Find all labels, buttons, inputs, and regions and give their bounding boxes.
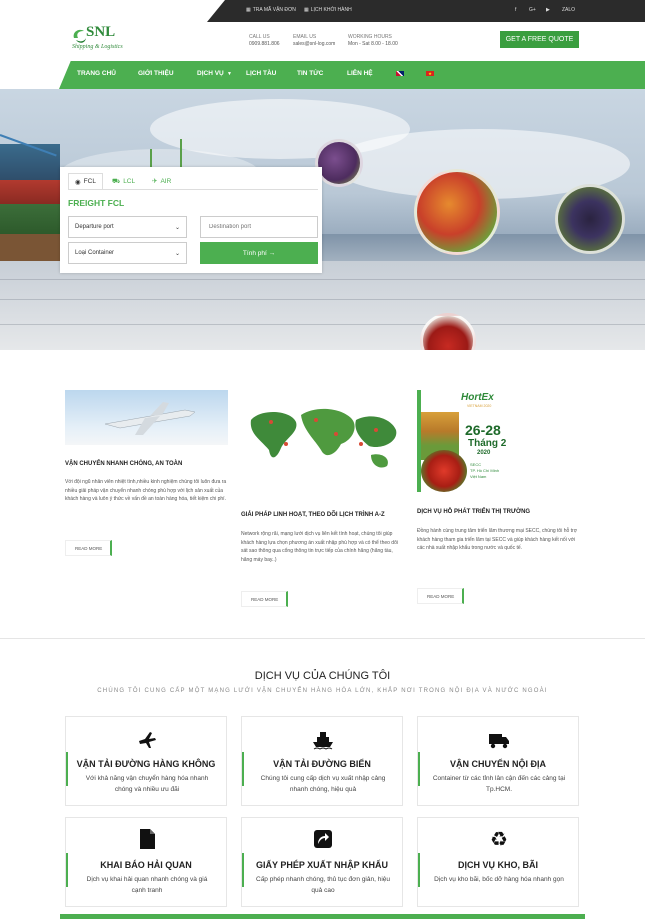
recycle-icon: ♻ — [490, 828, 508, 851]
feature-text: Đồng hành cùng trung tâm triển lãm thươn… — [417, 528, 577, 551]
share-icon — [312, 828, 334, 850]
service-text: Dịch vụ khai hải quan nhanh chóng và giá… — [86, 876, 208, 894]
tab-fcl[interactable]: ◉ FCL — [68, 173, 103, 189]
schedule-label: LỊCH KHỞI HÀNH — [310, 7, 352, 13]
service-title: DỊCH VỤ KHO, BÃI — [457, 860, 538, 870]
schedule-link[interactable]: ▦ LỊCH KHỞI HÀNH — [304, 7, 352, 13]
read-more-button[interactable]: READ MORE — [417, 588, 464, 604]
service-title: VẬN CHUYỂN NỘI ĐỊA — [449, 759, 546, 769]
service-card-customs[interactable]: KHAI BÁO HẢI QUAN Dịch vụ khai hải quan … — [65, 817, 227, 907]
destination-port-input[interactable] — [200, 216, 318, 238]
feature-text: Với đội ngũ nhân viên nhiệt tình,nhiều k… — [65, 479, 227, 502]
nav-home[interactable]: TRANG CHỦ — [77, 70, 116, 77]
feature-title: VẬN CHUYỂN NHANH CHÓNG, AN TOÀN — [65, 461, 183, 467]
services-subtitle: CHÚNG TÔI CUNG CẤP MỘT MẠNG LƯỚI VẬN CHU… — [97, 688, 548, 694]
poster-brand-sub: VIETNAM 2020 — [467, 404, 492, 408]
google-plus-icon[interactable]: G+ — [529, 7, 536, 13]
services-title: DỊCH VỤ CỦA CHÚNG TÔI — [254, 670, 391, 682]
service-title: VẬN TẢI ĐƯỜNG HÀNG KHÔNG — [76, 759, 216, 769]
grapes-image — [315, 139, 363, 187]
feature-text: Network rộng rãi, mạng lưới dịch vụ liên… — [241, 531, 398, 563]
track-order-label: TRA MÃ VẬN ĐƠN — [252, 7, 296, 13]
form-heading: FREIGHT FCL — [68, 198, 125, 208]
globe-icon: ◉ — [75, 178, 81, 186]
service-text: Dịch vụ kho bãi, bốc dỡ hàng hóa nhanh g… — [434, 876, 564, 883]
service-card-license[interactable]: GIẤY PHÉP XUẤT NHẬP KHẨU Cấp phép nhanh … — [241, 817, 403, 907]
email-info: EMAIL US sales@snl-log.com — [293, 34, 336, 47]
youtube-icon[interactable]: ▶ — [546, 7, 550, 13]
truck-icon: ⛟ — [112, 177, 121, 185]
service-text: Container từ các tỉnh lân cận đến các cả… — [432, 775, 566, 793]
select-arrow-icon: ⌄ — [174, 224, 180, 231]
tab-air[interactable]: ✈ AIR — [146, 173, 177, 189]
hours-info: WORKING HOURS Mon - Sat 8.00 - 18.00 — [348, 34, 398, 47]
ship-icon — [312, 729, 334, 751]
free-quote-button[interactable]: GET A FREE QUOTE — [500, 31, 579, 48]
call-info: CALL US 0909.881.806 — [249, 34, 280, 47]
service-title: KHAI BÁO HẢI QUAN — [100, 860, 192, 870]
feature-title: DỊCH VỤ HỖ PHÁT TRIỂN THỊ TRƯỜNG — [417, 509, 531, 515]
select-arrow-icon: ⌄ — [174, 250, 180, 257]
logo-subtitle: Shipping & Logistics — [72, 44, 123, 50]
english-flag-icon[interactable] — [396, 71, 404, 76]
service-card-sea[interactable]: VẬN TẢI ĐƯỜNG BIỂN Chúng tôi cung cấp dị… — [241, 716, 403, 806]
airplane-image — [65, 390, 228, 445]
track-order-link[interactable]: ▦ TRA MÃ VẬN ĐƠN — [246, 7, 296, 13]
calendar-icon: ▦ — [304, 7, 309, 13]
section-divider — [0, 638, 645, 639]
service-title: GIẤY PHÉP XUẤT NHẬP KHẨU — [255, 860, 389, 870]
airplane-icon — [136, 729, 158, 751]
tab-lcl[interactable]: ⛟ LCL — [106, 173, 141, 189]
poster-venue: SECC TP. Hồ Chí Minh Việt Nam — [470, 462, 500, 479]
service-card-air[interactable]: VẬN TẢI ĐƯỜNG HÀNG KHÔNG Với khả năng vậ… — [65, 716, 227, 806]
service-text: Chúng tôi cung cấp dịch vụ xuất nhập cản… — [260, 775, 386, 793]
poster-date: 26-28 — [465, 422, 501, 438]
nav-contact[interactable]: LIÊN HỆ — [347, 70, 373, 77]
truck-icon — [488, 729, 510, 751]
berries-image — [555, 184, 625, 254]
read-more-button[interactable]: READ MORE — [241, 591, 288, 607]
zalo-link[interactable]: ZALO — [562, 7, 575, 13]
plane-icon: ✈ — [152, 178, 158, 185]
nav-services[interactable]: DỊCH VỤ — [197, 70, 224, 77]
hortex-poster: HortEx VIETNAM 2020 26-28 Tháng 2 2020 S… — [417, 390, 514, 492]
world-map-image — [241, 400, 404, 480]
email-value: sales@snl-log.com — [293, 41, 336, 47]
vegetables-image — [414, 169, 500, 255]
chevron-down-icon[interactable]: ▼ — [227, 71, 232, 77]
service-card-warehouse[interactable]: ♻ DỊCH VỤ KHO, BÃI Dịch vụ kho bãi, bốc … — [417, 817, 579, 907]
poster-month: Tháng 2 — [468, 438, 507, 449]
vietnam-flag-icon[interactable]: ★ — [426, 71, 434, 76]
read-more-button[interactable]: READ MORE — [65, 540, 112, 556]
nav-schedule[interactable]: LỊCH TÀU — [246, 70, 276, 77]
call-value: 0909.881.806 — [249, 41, 280, 47]
service-title: VẬN TẢI ĐƯỜNG BIỂN — [273, 759, 371, 769]
facebook-icon[interactable]: f — [515, 7, 516, 13]
service-card-inland[interactable]: VẬN CHUYỂN NỘI ĐỊA Container từ các tỉnh… — [417, 716, 579, 806]
document-icon — [136, 828, 158, 850]
top-bar-logo-area — [0, 0, 225, 22]
logo-text: SNL — [86, 24, 116, 40]
service-text: Với khả năng vận chuyển hàng hóa nhanh c… — [85, 775, 209, 793]
poster-brand: HortEx — [461, 392, 494, 403]
feature-title: GIẢI PHÁP LINH HOẠT, THEO DÕI LỊCH TRÌNH… — [241, 512, 385, 518]
departure-port-select[interactable]: Departure port ⌄ — [68, 216, 187, 238]
nav-about[interactable]: GIỚI THIỆU — [138, 70, 174, 77]
footer-accent-bar — [60, 914, 585, 919]
service-text: Cấp phép nhanh chóng, thủ tục đơn giản, … — [256, 876, 391, 894]
nav-news[interactable]: TIN TỨC — [297, 70, 323, 77]
container-type-select[interactable]: Loại Container ⌄ — [68, 242, 187, 264]
hours-value: Mon - Sat 8.00 - 18.00 — [348, 41, 398, 47]
barcode-icon: ▦ — [246, 7, 251, 13]
calculate-fee-button[interactable]: Tính phí → — [200, 242, 318, 264]
poster-year: 2020 — [477, 450, 491, 456]
